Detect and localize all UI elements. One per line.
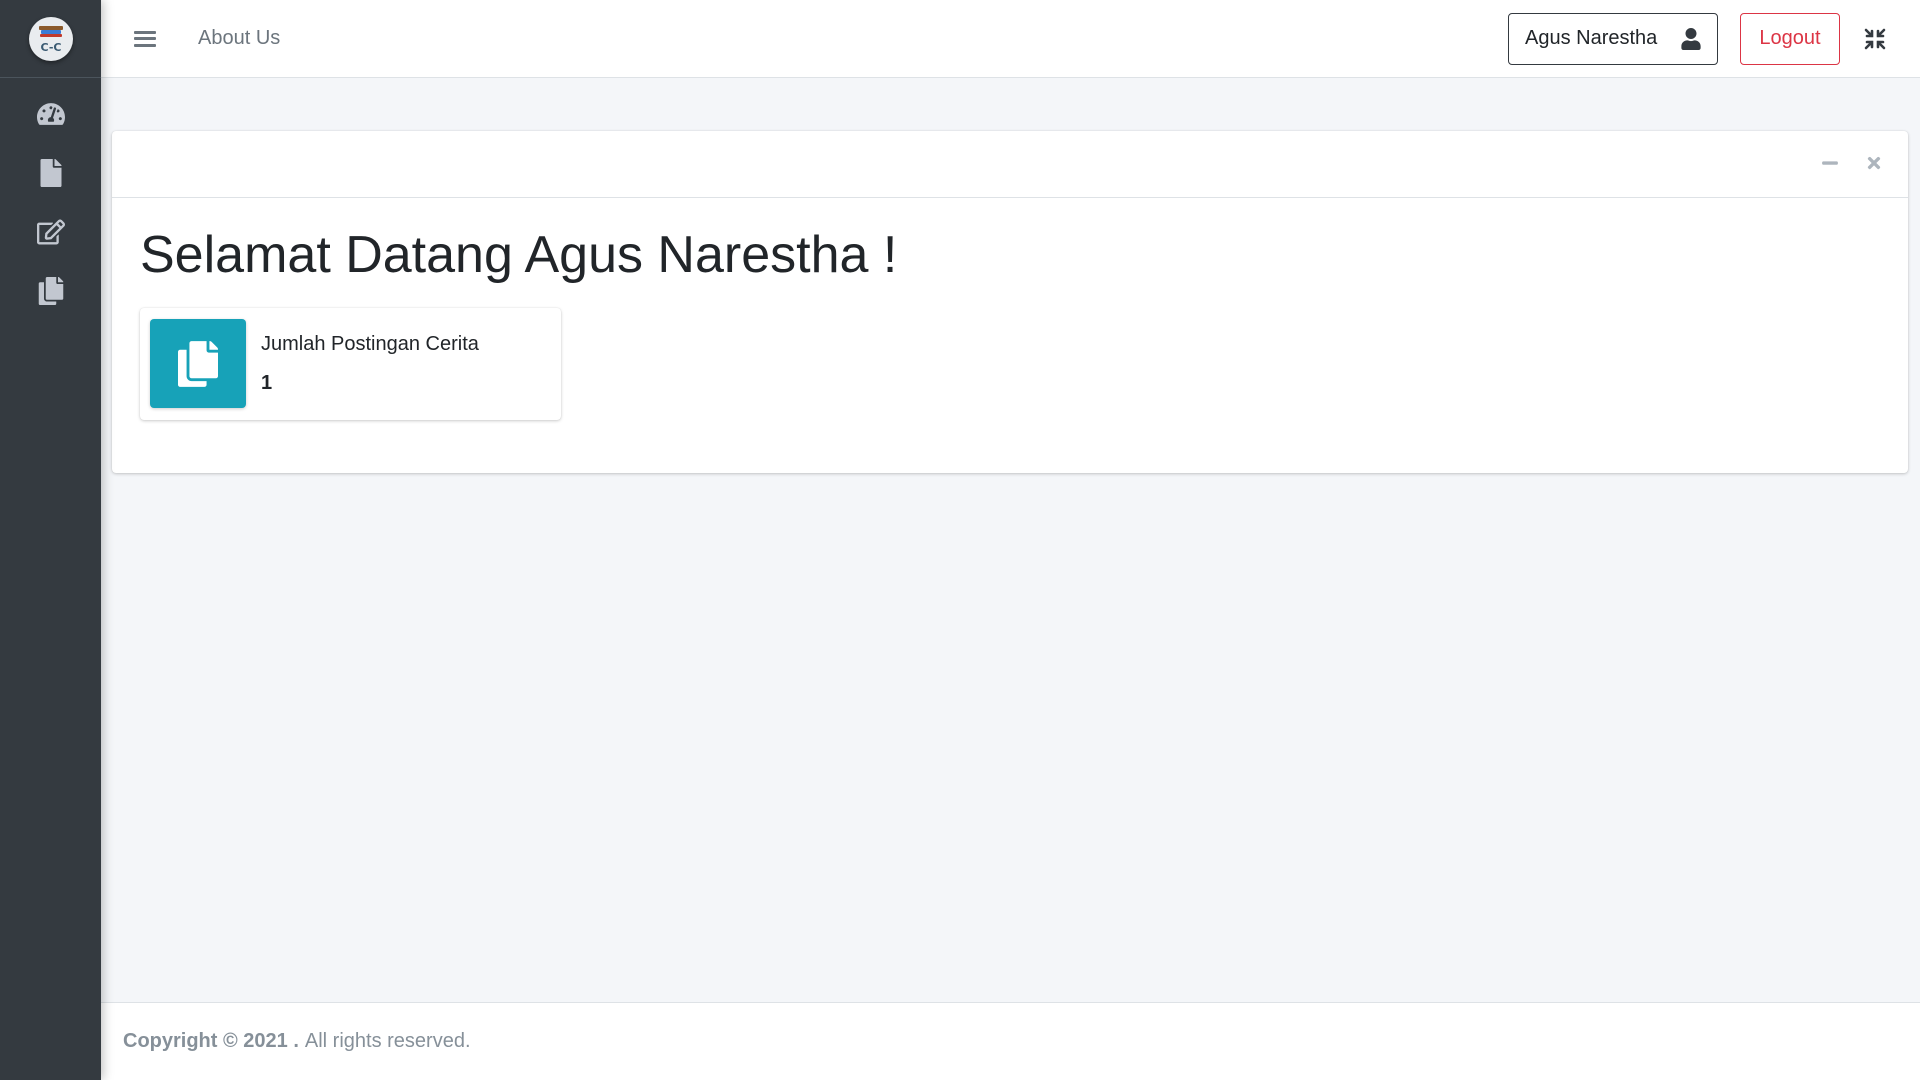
info-box-label: Jumlah Postingan Cerita [261,332,479,355]
hamburger-icon[interactable] [134,29,156,49]
card-tools [1798,151,1886,175]
user-menu-button[interactable]: Agus Narestha [1508,12,1718,65]
close-icon [1867,156,1881,170]
sidebar-item-copy[interactable] [0,261,101,320]
sidebar-item-edit[interactable] [0,202,101,261]
sidebar-item-file[interactable] [0,143,101,202]
books-logo-icon: C-C [38,25,63,54]
nav-link-about-us[interactable]: About Us [198,27,280,50]
header-right: Agus Narestha Logout [1508,12,1890,65]
fullscreen-toggle[interactable] [1860,24,1890,54]
edit-icon [36,219,65,244]
compress-icon [1864,28,1886,49]
card-header [112,131,1908,198]
info-box-posts: Jumlah Postingan Cerita 1 [140,307,561,420]
sidebar: C-C [0,0,101,1080]
minus-icon [1822,161,1838,165]
copy-icon [38,276,63,305]
welcome-card: Selamat Datang Agus Narestha ! Jumlah Po… [112,131,1908,473]
footer-rights: All rights reserved. [304,1030,471,1052]
welcome-heading: Selamat Datang Agus Narestha ! [140,226,898,284]
info-box-icon [150,319,246,409]
sidebar-item-dashboard[interactable] [0,84,101,143]
footer: Copyright © 2021 . All rights reserved. [101,1002,1920,1080]
brand-logo[interactable]: C-C [28,16,73,61]
remove-button[interactable] [1862,151,1886,175]
top-navbar: About Us Agus Narestha Logout [101,0,1920,78]
logout-button[interactable]: Logout [1740,12,1840,65]
user-icon [1681,27,1701,50]
collapse-button[interactable] [1818,151,1842,175]
brand[interactable]: C-C [0,0,101,78]
dashboard-icon [36,102,65,125]
info-box-content: Jumlah Postingan Cerita 1 [261,333,479,395]
info-box-value: 1 [261,371,273,394]
user-name: Agus Narestha [1525,27,1658,49]
brand-logo-text: C-C [40,41,61,54]
card-body: Selamat Datang Agus Narestha ! Jumlah Po… [112,198,1908,420]
copy-icon [178,340,218,387]
sidebar-nav [0,84,101,320]
file-icon [40,158,61,187]
footer-copyright: Copyright © 2021 . [123,1030,299,1052]
